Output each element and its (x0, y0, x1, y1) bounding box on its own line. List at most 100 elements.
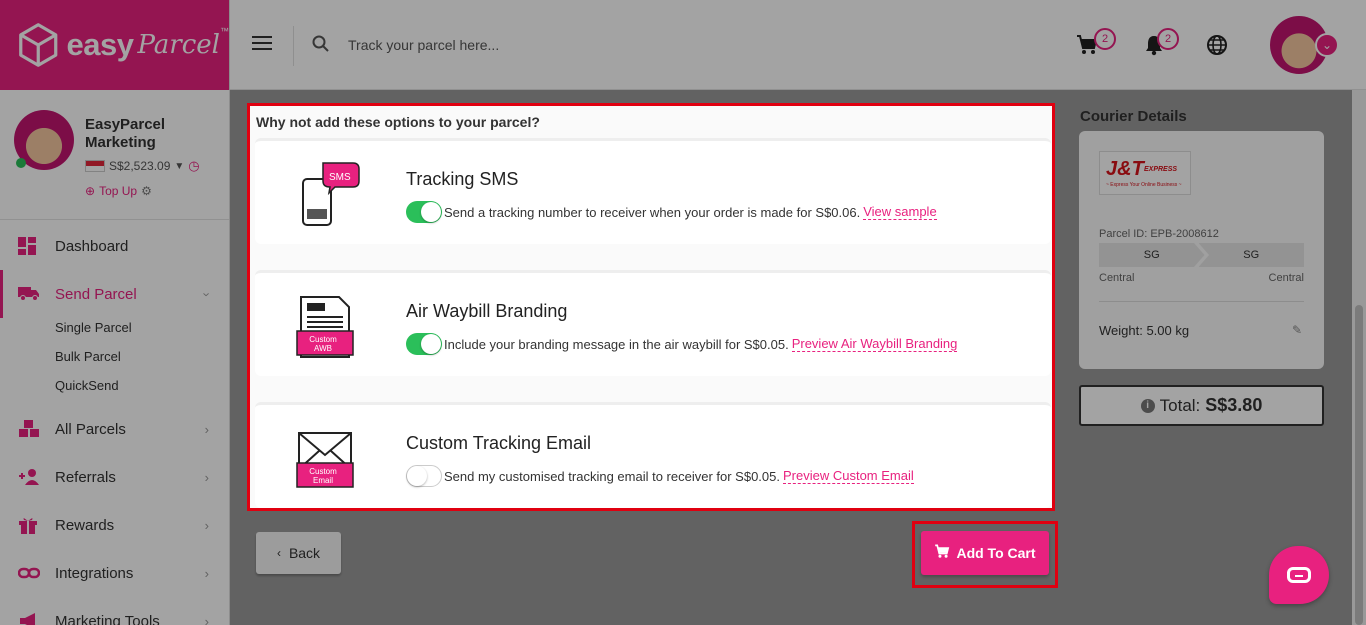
sidebar-item-label: Send Parcel (55, 285, 137, 303)
cart-icon (934, 544, 950, 562)
view-sample-link[interactable]: View sample (863, 204, 937, 220)
sidebar-item-dashboard[interactable]: Dashboard (0, 222, 229, 270)
sg-flag-icon (85, 160, 105, 172)
submenu-bulk-parcel[interactable]: Bulk Parcel (55, 342, 229, 371)
parcel-options-panel: Why not add these options to your parcel… (247, 103, 1055, 511)
sidebar-nav-lower: All Parcels › Referrals › Rewards › Inte… (0, 405, 229, 625)
profile-balance: S$2,523.09 ▼ ◷ (85, 158, 200, 174)
email-icon-text: Custom Email (309, 467, 337, 485)
toggle-knob (421, 202, 441, 222)
gift-icon (18, 516, 40, 534)
info-icon: i (1140, 398, 1155, 413)
sidebar-item-send-parcel[interactable]: Send Parcel › (0, 270, 229, 318)
chevron-right-icon: › (204, 421, 209, 437)
option-title: Custom Tracking Email (406, 433, 592, 453)
logo-text: easy (66, 27, 134, 62)
option-card-custom-email: Custom Email Custom Tracking Email Send … (255, 402, 1051, 508)
submenu-single-parcel[interactable]: Single Parcel (55, 313, 229, 342)
add-to-cart-label: Add To Cart (956, 545, 1036, 561)
awb-branding-toggle[interactable] (406, 333, 442, 355)
sidebar-item-all-parcels[interactable]: All Parcels › (0, 405, 229, 453)
route-bar: SG SG (1099, 243, 1304, 267)
page-scrollbar[interactable] (1352, 90, 1366, 625)
add-to-cart-button[interactable]: Add To Cart (921, 531, 1049, 575)
courier-logo-sub: EXPRESS (1144, 166, 1178, 173)
sidebar-item-integrations[interactable]: Integrations › (0, 549, 229, 597)
topup-link[interactable]: ⊕ Top Up ⚙ (85, 184, 152, 198)
sidebar: easy Parcel ™ EasyParcel Marketing S$2,5… (0, 0, 230, 625)
route-from: SG (1099, 243, 1205, 267)
to-region: Central (1268, 272, 1304, 284)
logo-tm: ™ (220, 26, 229, 36)
chevron-down-icon[interactable]: ▼ (174, 161, 184, 172)
megaphone-icon (18, 612, 40, 625)
option-description: Send my customised tracking email to rec… (444, 468, 780, 484)
chevron-right-icon: › (204, 565, 209, 581)
notification-count-badge: 2 (1157, 28, 1179, 50)
courier-card: J&T EXPRESS ~ Express Your Online Busine… (1079, 131, 1324, 369)
custom-awb-icon: Custom AWB (295, 293, 361, 359)
profile-section (0, 90, 229, 220)
options-title: Why not add these options to your parcel… (256, 114, 540, 130)
send-parcel-submenu: Single Parcel Bulk Parcel QuickSend (0, 313, 229, 400)
parcel-id: Parcel ID: EPB-2008612 (1099, 228, 1219, 240)
option-row: Send my customised tracking email to rec… (406, 465, 914, 487)
alarm-icon[interactable]: ◷ (188, 158, 199, 174)
sidebar-item-label: Dashboard (55, 237, 129, 255)
sidebar-item-marketing-tools[interactable]: Marketing Tools › (0, 597, 229, 625)
scrollbar-thumb[interactable] (1355, 305, 1363, 625)
sidebar-item-rewards[interactable]: Rewards › (0, 501, 229, 549)
option-card-tracking-sms: SMS Tracking SMS Send a tracking number … (255, 138, 1051, 244)
route-to: SG (1198, 243, 1304, 267)
courier-logo: J&T EXPRESS ~ Express Your Online Busine… (1099, 151, 1191, 195)
search-icon[interactable] (312, 35, 330, 58)
toggle-knob (421, 334, 441, 354)
toggle-knob (407, 466, 427, 486)
edit-pencil-icon[interactable]: ✎ (1292, 323, 1302, 337)
divider (1099, 301, 1304, 302)
dashboard-icon (18, 237, 40, 255)
back-label: Back (288, 545, 321, 561)
track-parcel-search-input[interactable] (348, 30, 748, 60)
submenu-quicksend[interactable]: QuickSend (55, 371, 229, 400)
custom-email-toggle[interactable] (406, 465, 442, 487)
online-status-dot (16, 158, 26, 168)
chevron-down-icon[interactable]: ⌄ (1315, 33, 1339, 57)
total-box[interactable]: i Total: S$3.80 (1079, 385, 1324, 426)
add-user-icon (18, 468, 40, 486)
gear-icon[interactable]: ⚙ (141, 184, 152, 198)
option-description: Send a tracking number to receiver when … (444, 204, 861, 220)
cart-count-badge: 2 (1094, 28, 1116, 50)
courier-logo-main: J&T (1106, 158, 1144, 180)
sidebar-item-label: Marketing Tools (55, 612, 160, 625)
globe-icon[interactable] (1206, 34, 1228, 62)
option-title: Tracking SMS (406, 169, 519, 189)
balance-value: S$2,523.09 (109, 159, 171, 173)
logo-script: Parcel (137, 30, 220, 60)
sidebar-item-label: Rewards (55, 516, 115, 534)
sidebar-item-referrals[interactable]: Referrals › (0, 453, 229, 501)
brand-logo[interactable]: easy Parcel ™ (0, 0, 229, 90)
hamburger-menu-icon[interactable] (252, 36, 272, 54)
option-description: Include your branding message in the air… (444, 336, 789, 352)
total-value: S$3.80 (1205, 395, 1263, 415)
preview-email-link[interactable]: Preview Custom Email (782, 468, 914, 484)
link-icon (17, 564, 41, 582)
option-card-awb-branding: Custom AWB Air Waybill Branding Include … (255, 270, 1051, 376)
box-logo-icon (19, 23, 58, 67)
back-button[interactable]: ‹ Back (256, 532, 341, 574)
plus-circle-icon: ⊕ (85, 184, 96, 198)
sidebar-item-label: Referrals (55, 468, 116, 486)
top-header: 2 2 ⌄ (230, 0, 1366, 90)
chevron-left-icon: ‹ (276, 546, 281, 560)
sms-phone-icon: SMS (295, 161, 361, 227)
chevron-up-icon: › (199, 291, 215, 297)
topup-label: Top Up (99, 184, 138, 198)
chat-bubble-button[interactable] (1269, 546, 1329, 604)
courier-details-title: Courier Details (1080, 108, 1187, 125)
boxes-icon (18, 420, 40, 438)
sidebar-item-label: Integrations (55, 564, 134, 582)
preview-awb-link[interactable]: Preview Air Waybill Branding (791, 336, 958, 352)
sms-icon-text: SMS (329, 172, 351, 183)
tracking-sms-toggle[interactable] (406, 201, 442, 223)
